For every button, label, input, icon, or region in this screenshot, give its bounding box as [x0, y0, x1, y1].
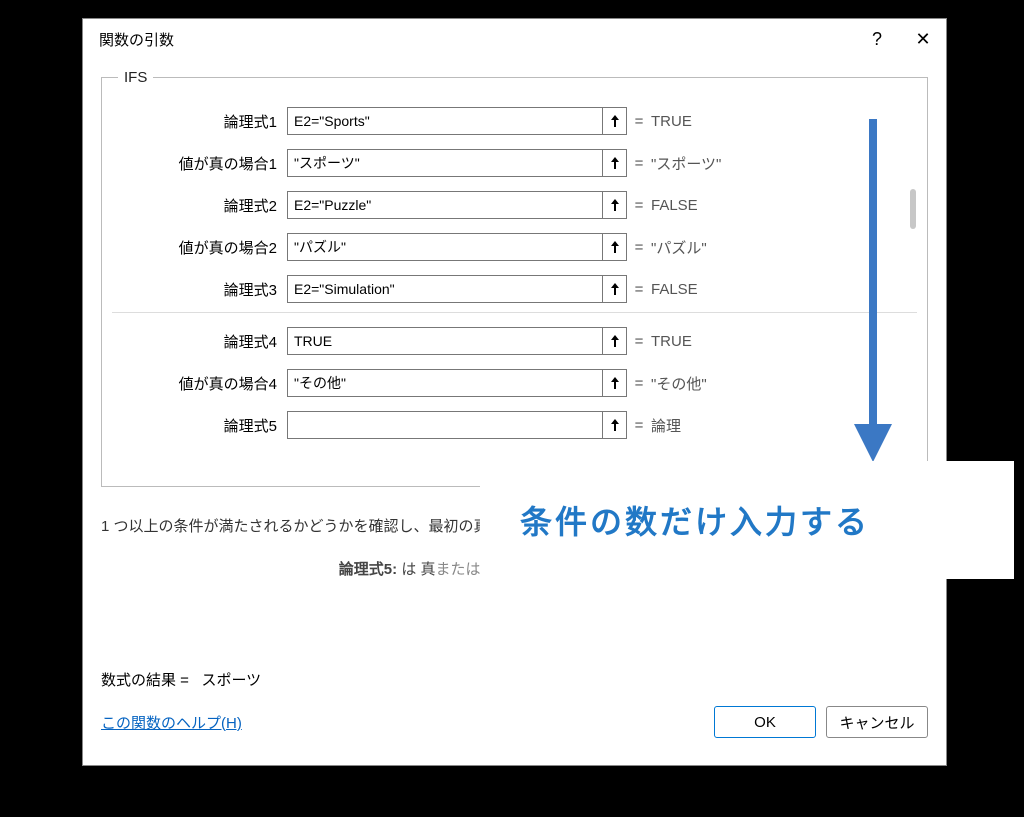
function-arguments-dialog: 関数の引数 ? ✕ IFS 論理式1 = TRUE — [82, 18, 947, 766]
arg-input-wrap — [287, 149, 627, 177]
arg-label: 値が真の場合4 — [112, 373, 287, 394]
arg-input-value1[interactable] — [288, 150, 602, 176]
arg-row-4: 論理式3 = FALSE — [112, 268, 917, 310]
arg-input-logical3[interactable] — [288, 276, 602, 302]
function-help-link[interactable]: この関数のヘルプ(H) — [101, 712, 242, 733]
eq-sign: = — [627, 333, 651, 350]
eq-sign: = — [627, 239, 651, 256]
arg-input-wrap — [287, 107, 627, 135]
formula-result-line: 数式の結果 = スポーツ — [101, 669, 928, 690]
eq-sign: = — [627, 155, 651, 172]
arg-input-wrap — [287, 369, 627, 397]
arg-label: 論理式2 — [112, 195, 287, 216]
collapse-dialog-icon[interactable] — [602, 150, 626, 176]
result-value: スポーツ — [201, 672, 261, 689]
ok-button[interactable]: OK — [714, 706, 816, 738]
arg-label: 論理式4 — [112, 331, 287, 352]
arg-label: 論理式5 — [112, 415, 287, 436]
arg-input-value4[interactable] — [288, 370, 602, 396]
dialog-title: 関数の引数 — [99, 29, 174, 50]
arg-input-logical2[interactable] — [288, 192, 602, 218]
dialog-bottom-row: この関数のヘルプ(H) OK キャンセル — [101, 706, 928, 738]
arg-row-6: 値が真の場合4 = "その他" — [112, 362, 917, 404]
arg-row-0: 論理式1 = TRUE — [112, 100, 917, 142]
collapse-dialog-icon[interactable] — [602, 412, 626, 438]
collapse-dialog-icon[interactable] — [602, 370, 626, 396]
arg-input-logical4[interactable] — [288, 328, 602, 354]
active-arg-name: 論理式5: — [339, 561, 397, 578]
arg-result: TRUE — [651, 113, 692, 130]
help-icon: ? — [872, 29, 882, 50]
arg-label: 論理式3 — [112, 279, 287, 300]
active-arg-text: は 真 — [401, 561, 435, 578]
arg-input-wrap — [287, 327, 627, 355]
result-label: 数式の結果 = — [101, 672, 189, 689]
collapse-dialog-icon[interactable] — [602, 192, 626, 218]
annotation-arrow — [848, 119, 898, 464]
collapse-dialog-icon[interactable] — [602, 234, 626, 260]
eq-sign: = — [627, 375, 651, 392]
arg-label: 値が真の場合1 — [112, 153, 287, 174]
arg-input-wrap — [287, 233, 627, 261]
arg-result: "その他" — [651, 373, 707, 394]
arg-label: 論理式1 — [112, 111, 287, 132]
arg-result: "スポーツ" — [651, 153, 721, 174]
dialog-content: IFS 論理式1 = TRUE 値が真の場合1 — [83, 59, 946, 765]
collapse-dialog-icon[interactable] — [602, 328, 626, 354]
arg-result: FALSE — [651, 281, 698, 298]
annotation-text: 条件の数だけ入力する — [520, 497, 870, 543]
close-icon: ✕ — [915, 29, 930, 50]
collapse-dialog-icon[interactable] — [602, 108, 626, 134]
collapse-dialog-icon[interactable] — [602, 276, 626, 302]
arg-row-1: 値が真の場合1 = "スポーツ" — [112, 142, 917, 184]
fieldset-legend: IFS — [118, 69, 153, 86]
arg-row-7: 論理式5 = 論理 — [112, 404, 917, 446]
arg-input-logical1[interactable] — [288, 108, 602, 134]
annotation-callout: 条件の数だけ入力する — [480, 461, 1014, 579]
arg-input-wrap — [287, 411, 627, 439]
titlebar: 関数の引数 ? ✕ — [83, 19, 946, 59]
arg-input-value2[interactable] — [288, 234, 602, 260]
arg-result: 論理 — [651, 415, 681, 436]
arg-row-3: 値が真の場合2 = "パズル" — [112, 226, 917, 268]
arg-input-wrap — [287, 191, 627, 219]
help-button[interactable]: ? — [854, 19, 900, 59]
arg-input-wrap — [287, 275, 627, 303]
arg-row-5: 論理式4 = TRUE — [112, 320, 917, 362]
scrollbar-thumb[interactable] — [910, 189, 916, 229]
cancel-button[interactable]: キャンセル — [826, 706, 928, 738]
eq-sign: = — [627, 417, 651, 434]
ifs-fieldset: IFS 論理式1 = TRUE 値が真の場合1 — [101, 69, 928, 487]
arg-result: FALSE — [651, 197, 698, 214]
eq-sign: = — [627, 113, 651, 130]
arg-row-2: 論理式2 = FALSE — [112, 184, 917, 226]
arg-result: TRUE — [651, 333, 692, 350]
arg-input-logical5[interactable] — [288, 412, 602, 438]
arg-result: "パズル" — [651, 237, 707, 258]
close-button[interactable]: ✕ — [900, 19, 946, 59]
eq-sign: = — [627, 197, 651, 214]
arg-label: 値が真の場合2 — [112, 237, 287, 258]
eq-sign: = — [627, 281, 651, 298]
